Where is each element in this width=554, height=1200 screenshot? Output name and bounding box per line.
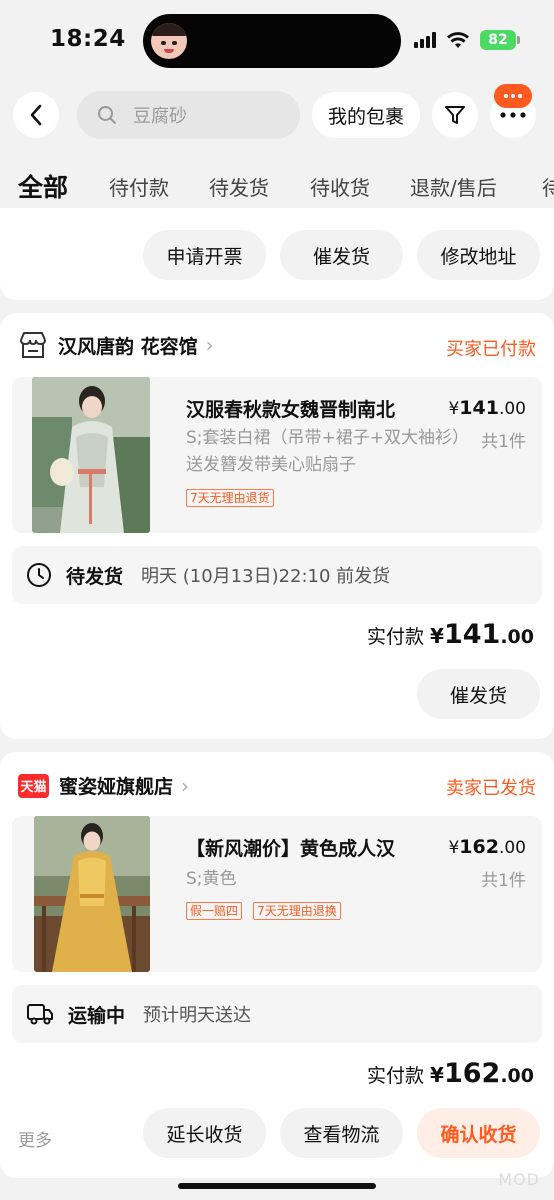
order-status: 买家已付款 [446, 339, 536, 360]
shipping-status: 运输中 [68, 1004, 126, 1027]
clock-icon [27, 563, 51, 587]
tab-pending-receipt[interactable]: 待收货 [310, 172, 370, 201]
back-button[interactable] [13, 92, 59, 138]
status-time: 18:24 [50, 26, 126, 52]
home-indicator[interactable] [178, 1183, 376, 1189]
search-placeholder: 豆腐砂 [133, 106, 187, 127]
request-invoice-button[interactable]: 申请开票 [143, 230, 266, 280]
chevron-left-icon [30, 104, 42, 126]
watermark: MOD [498, 1170, 540, 1189]
extend-receipt-button[interactable]: 延长收货 [143, 1108, 266, 1158]
view-logistics-button[interactable]: 查看物流 [280, 1108, 403, 1158]
order-card: 汉风唐韵 花容馆 › 买家已付款 汉服春秋款女魏晋制南北 ¥141.00 S;套 [0, 313, 554, 739]
signal-icon [414, 32, 436, 48]
urge-shipment-button[interactable]: 催发货 [280, 230, 403, 280]
tmall-badge-icon: 天猫 [18, 773, 49, 798]
dynamic-island [143, 14, 401, 68]
order-status: 卖家已发货 [446, 778, 536, 799]
product-sku: S;套装白裙（吊带+裙子+双大袖衫）送发簪发带美心贴扇子 [186, 428, 470, 475]
store-name: 蜜姿娅旗舰店 [59, 776, 174, 798]
product-item[interactable]: 【新风潮价】黄色成人汉 ¥162.00 S;黄色 共1件 假一赔四 7天无理由退… [12, 816, 542, 972]
order-total: 实付款 ¥ 162 .00 [367, 1058, 534, 1089]
product-title: 汉服春秋款女魏晋制南北 [186, 399, 396, 421]
tab-refund[interactable]: 退款/售后 [410, 172, 497, 201]
shipping-status-row[interactable]: 运输中 预计明天送达 [12, 985, 542, 1043]
total-label: 实付款 [367, 626, 425, 648]
tab-more-partial[interactable]: 待 [542, 172, 554, 201]
shipping-status: 待发货 [66, 565, 124, 588]
confirm-receipt-button[interactable]: 确认收货 [417, 1108, 540, 1158]
return-policy-tag: 7天无理由退换 [253, 902, 341, 920]
store-header[interactable]: 汉风唐韵 花容馆 › [18, 331, 214, 359]
tab-pending-shipment[interactable]: 待发货 [209, 172, 269, 201]
status-bar: 18:24 82 [0, 0, 554, 80]
store-icon [20, 332, 46, 358]
product-title: 【新风潮价】黄色成人汉 [186, 838, 396, 860]
wifi-icon [447, 32, 469, 48]
store-name: 汉风唐韵 花容馆 [58, 335, 198, 358]
tab-pending-payment[interactable]: 待付款 [109, 172, 169, 201]
product-quantity: 共1件 [481, 871, 526, 891]
product-thumbnail [32, 377, 150, 533]
shipping-status-row[interactable]: 待发货 明天 (10月13日)22:10 前发货 [12, 546, 542, 604]
search-icon [98, 106, 116, 124]
order-card-previous: 申请开票 催发货 修改地址 [0, 208, 554, 300]
product-price: ¥162.00 [448, 836, 526, 858]
top-nav: 豆腐砂 我的包裹 [0, 84, 554, 141]
order-tabs: 全部 待付款 待发货 待收货 退款/售后 待 [0, 168, 554, 204]
tab-all[interactable]: 全部 [18, 168, 68, 204]
chevron-right-icon: › [205, 333, 214, 357]
store-header[interactable]: 天猫 蜜姿娅旗舰店 › [18, 772, 189, 799]
product-thumbnail [34, 816, 150, 972]
battery-icon: 82 [480, 30, 520, 50]
message-badge-icon [494, 84, 532, 108]
filter-button[interactable] [432, 92, 478, 138]
product-quantity: 共1件 [481, 432, 526, 452]
urge-shipment-button[interactable]: 催发货 [417, 669, 540, 719]
truck-icon [27, 1004, 53, 1025]
order-card: 天猫 蜜姿娅旗舰店 › 卖家已发货 【新风潮价】黄色成人汉 ¥162.00 S;… [0, 752, 554, 1178]
authenticity-tag: 假一赔四 [186, 902, 243, 920]
product-item[interactable]: 汉服春秋款女魏晋制南北 ¥141.00 S;套装白裙（吊带+裙子+双大袖衫）送发… [12, 377, 542, 533]
search-input[interactable]: 豆腐砂 [77, 91, 300, 139]
product-tags: 假一赔四 7天无理由退换 [186, 900, 347, 920]
product-price: ¥141.00 [448, 397, 526, 419]
status-icons: 82 [414, 30, 520, 50]
product-tags: 7天无理由退货 [186, 487, 280, 507]
product-sku: S;黄色 [186, 869, 237, 889]
avatar-icon [151, 23, 187, 59]
shipping-deadline: 明天 (10月13日)22:10 前发货 [141, 566, 391, 587]
order-total: 实付款 ¥ 141 .00 [367, 619, 534, 650]
filter-icon [445, 106, 465, 124]
total-label: 实付款 [367, 1065, 425, 1087]
delivery-estimate: 预计明天送达 [143, 1005, 252, 1026]
more-actions-link[interactable]: 更多 [18, 1126, 52, 1151]
my-packages-button[interactable]: 我的包裹 [312, 92, 420, 138]
more-dots-icon [500, 112, 526, 118]
edit-address-button[interactable]: 修改地址 [417, 230, 540, 280]
chevron-right-icon: › [181, 773, 190, 798]
return-policy-tag: 7天无理由退货 [186, 489, 274, 507]
